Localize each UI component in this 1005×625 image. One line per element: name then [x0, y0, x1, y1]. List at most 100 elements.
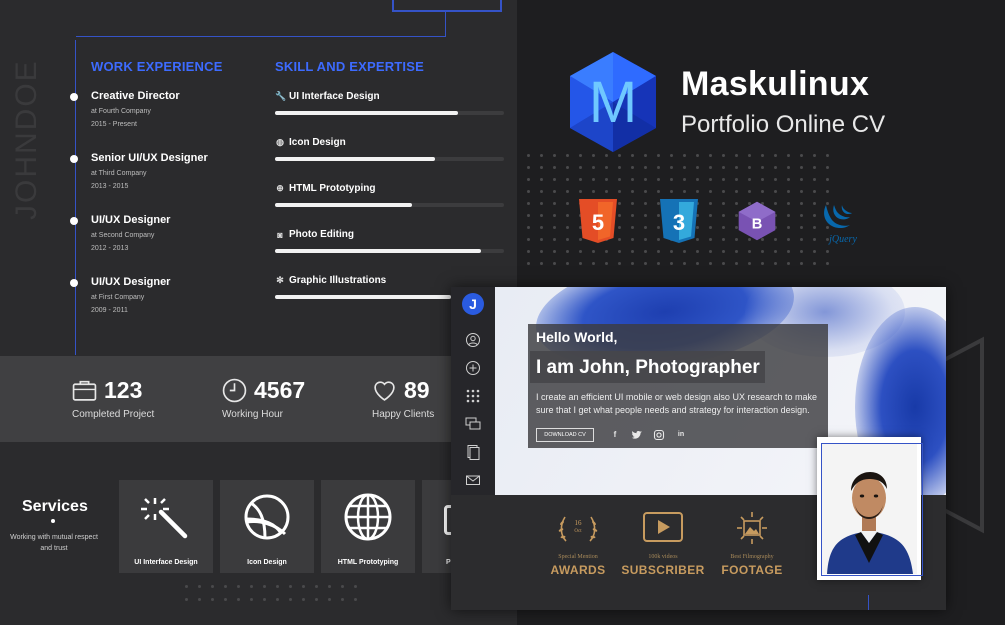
skill-label: UI Interface Design — [289, 91, 380, 102]
svg-text:16: 16 — [575, 519, 583, 527]
skill-bar — [275, 203, 504, 207]
hero-description: I create an efficient UI mobile or web d… — [536, 392, 817, 415]
stat-hours: 4567 Working Hour — [222, 356, 352, 442]
timeline-line — [75, 40, 76, 355]
service-label: UI Interface Design — [134, 559, 198, 566]
globe-icon: ◍ — [276, 137, 284, 147]
globe-icon — [344, 493, 392, 541]
html5-icon: 5 — [579, 199, 617, 243]
skill-item: 🔧 UI Interface Design — [275, 91, 505, 115]
linkedin-icon[interactable]: in — [675, 429, 687, 441]
mail-icon[interactable] — [465, 472, 481, 488]
job-years: 2015 - Present — [91, 121, 137, 128]
skill-label: Photo Editing — [289, 229, 354, 240]
award-subtitle: Special Mention — [558, 554, 598, 560]
service-card[interactable]: Icon Design — [220, 480, 314, 573]
portfolio-showcase: JOHNDOE WORK EXPERIENCE SKILL AND EXPERT… — [0, 0, 1005, 625]
skill-bar-fill — [275, 295, 452, 299]
skill-bar — [275, 111, 504, 115]
skill-label: Icon Design — [289, 137, 346, 148]
timeline-dot — [70, 217, 78, 225]
apps-icon[interactable] — [465, 388, 481, 404]
timeline-dot — [70, 155, 78, 163]
mockup-sidebar: J — [451, 287, 495, 495]
wrench-icon: 🔧 — [275, 91, 287, 101]
plus-circle-icon[interactable] — [465, 360, 481, 376]
services-title: Services — [22, 498, 88, 515]
laurel-icon: 16 Oct — [558, 516, 598, 542]
stats-bar: 123 Completed Project 4567 Working Hour … — [0, 356, 517, 442]
mockup-logo[interactable]: J — [462, 293, 484, 315]
heart-icon — [374, 381, 395, 401]
award-item: 16 Oct Special Mention AWARDS — [533, 511, 623, 577]
skill-item: ⊕ HTML Prototyping — [275, 183, 505, 207]
decor-line — [868, 595, 869, 610]
svg-text:Oct: Oct — [574, 529, 582, 534]
decor-frame — [944, 336, 984, 534]
job-role: Creative Director — [91, 90, 180, 102]
chat-icon[interactable] — [465, 416, 481, 432]
instagram-icon[interactable] — [653, 429, 665, 441]
decor-frame — [392, 0, 502, 12]
skill-bar-fill — [275, 249, 482, 253]
skill-bar — [275, 157, 504, 161]
skill-label: Graphic Illustrations — [289, 275, 387, 286]
user-icon[interactable] — [465, 332, 481, 348]
award-title: SUBSCRIBER — [621, 563, 705, 577]
hero-headline: I am John, Photographer — [536, 357, 760, 378]
profile-photo-card — [817, 437, 923, 580]
jquery-icon: jQuery — [824, 205, 857, 245]
twitter-icon[interactable] — [631, 429, 643, 441]
svg-text:jQuery: jQuery — [827, 234, 857, 245]
service-card[interactable]: UI Interface Design — [119, 480, 213, 573]
stat-caption: Completed Project — [72, 409, 155, 420]
job-company: at Fourth Company — [91, 108, 151, 115]
svg-text:5: 5 — [592, 210, 604, 235]
award-item: 100k videos SUBSCRIBER — [618, 511, 708, 577]
stat-caption: Working Hour — [222, 409, 283, 420]
skill-item: ◙ Photo Editing — [275, 229, 505, 253]
magic-wand-icon — [141, 498, 188, 539]
skill-item: ◍ Icon Design — [275, 137, 505, 161]
brand-title: Maskulinux — [681, 65, 870, 103]
vertical-name: JOHNDOE — [10, 59, 43, 220]
job-company: at Second Company — [91, 232, 155, 239]
stat-value: 4567 — [254, 377, 306, 403]
brand-subtitle: Portfolio Online CV — [681, 111, 886, 138]
basketball-icon — [244, 494, 290, 540]
svg-text:B: B — [752, 216, 763, 232]
snowflake-icon: ✻ — [276, 275, 284, 285]
hero-greeting: Hello World, — [536, 329, 618, 345]
work-experience-title: WORK EXPERIENCE — [91, 59, 223, 74]
download-cv-button[interactable]: DOWNLOAD CV — [536, 428, 594, 442]
dot-pattern — [185, 585, 367, 601]
services-subtitle: Working with mutual respect and trust — [10, 534, 98, 552]
service-card[interactable]: HTML Prototyping — [321, 480, 415, 573]
stat-caption: Happy Clients — [372, 409, 435, 420]
job-company: at First Company — [91, 294, 145, 301]
service-label: Icon Design — [247, 559, 287, 566]
decor-line — [76, 36, 446, 37]
svg-text:M: M — [589, 70, 637, 135]
job-years: 2009 - 2011 — [91, 307, 128, 314]
skill-title: SKILL AND EXPERTISE — [275, 59, 424, 74]
job-company: at Third Company — [91, 170, 147, 177]
css3-icon: 3 — [660, 199, 698, 243]
skill-bar — [275, 249, 504, 253]
job-years: 2013 - 2015 — [91, 183, 129, 190]
services-dot — [51, 519, 55, 523]
photo-icon — [737, 512, 767, 544]
award-item: Best Filmography FOOTAGE — [707, 511, 797, 577]
document-icon[interactable] — [465, 444, 481, 460]
decor-line — [445, 12, 446, 37]
award-subtitle: 100k videos — [648, 554, 678, 560]
award-title: FOOTAGE — [721, 563, 783, 577]
grid-globe-icon: ⊕ — [276, 183, 284, 193]
skill-label: HTML Prototyping — [289, 183, 376, 194]
skill-bar-fill — [275, 203, 413, 207]
timeline-dot — [70, 279, 78, 287]
service-label: HTML Prototyping — [337, 559, 399, 566]
brand-logo-icon: M — [570, 52, 656, 152]
job-years: 2012 - 2013 — [91, 245, 129, 252]
facebook-icon[interactable]: f — [609, 429, 621, 441]
